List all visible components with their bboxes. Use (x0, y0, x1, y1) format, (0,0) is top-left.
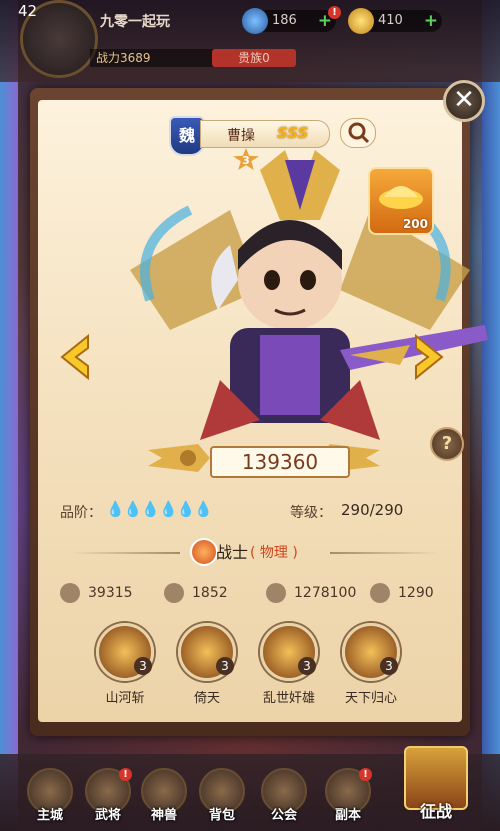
nav-label: 武将 (94, 808, 121, 823)
grade-blood-drops: 💧💧💧💧💧💧 (106, 500, 213, 518)
class-name: 战士 (216, 543, 249, 562)
hp-stat: 1278100 (266, 582, 356, 604)
gem-icon (242, 8, 268, 34)
skill-slot[interactable]: 3 山河斩 (94, 623, 156, 706)
ingot-reward-button[interactable]: 200 (368, 167, 434, 235)
speed-value: 1290 (398, 585, 434, 601)
section-divider (70, 552, 180, 554)
gold-value: 410 (378, 13, 403, 28)
skill-level: 3 (134, 657, 152, 675)
hero-stats-panel: 品阶： 💧💧💧💧💧💧 等级： 290/290 战士 ( 物理 ) 39315 1… (40, 468, 460, 720)
attack-stat: 39315 (60, 582, 133, 604)
nav-generals[interactable]: 武将 ! (80, 768, 136, 828)
section-divider (330, 552, 440, 554)
level-value: 290/290 (341, 501, 404, 519)
damage-type: ( 物理 ) (250, 545, 298, 561)
hero-name: 曹操 (227, 128, 255, 144)
skill-level: 3 (298, 657, 316, 675)
nav-campaign[interactable]: 征战 (398, 740, 474, 828)
nav-label: 副本 (334, 808, 361, 823)
nav-main-city[interactable]: 主城 (22, 768, 78, 828)
hp-value: 1278100 (294, 585, 357, 601)
gem-value: 186 (272, 13, 297, 28)
warrior-class-icon (190, 538, 218, 566)
gem-counter: 186 + (242, 8, 336, 34)
nav-dungeon[interactable]: 副本 ! (320, 768, 376, 828)
add-gold-button[interactable]: + (424, 10, 438, 32)
top-status-bar: 42 九零一起玩 186 + ! 410 + 战力3689 贵族0 (0, 0, 500, 82)
search-button[interactable] (340, 118, 376, 148)
heart-icon (266, 583, 286, 603)
skill-level: 3 (216, 657, 234, 675)
nobility-badge[interactable]: 贵族0 (212, 49, 296, 67)
player-level: 42 (18, 2, 38, 20)
nav-backpack[interactable]: 背包 (194, 768, 250, 828)
gold-ingot-icon (348, 8, 374, 34)
grade-label: 品阶： (60, 505, 102, 521)
nav-guild[interactable]: 公会 (256, 768, 312, 828)
close-button[interactable]: ✕ (443, 80, 485, 122)
nav-label: 征战 (419, 802, 452, 821)
nav-label: 神兽 (150, 808, 177, 823)
skill-name: 天下归心 (344, 691, 397, 706)
shield-icon (164, 583, 184, 603)
player-name: 九零一起玩 (100, 14, 170, 30)
defense-value: 1852 (192, 585, 228, 601)
hero-grade: SSS (277, 124, 309, 142)
alert-badge: ! (119, 768, 132, 781)
nav-label: 主城 (36, 808, 63, 823)
prev-hero-button[interactable] (56, 332, 92, 382)
defense-stat: 1852 (164, 582, 228, 604)
speed-stat: 1290 (370, 582, 434, 604)
skill-slot[interactable]: 3 倚天 (176, 623, 238, 706)
sword-icon (60, 583, 80, 603)
player-power: 战力3689 (90, 49, 216, 67)
skill-name: 倚天 (193, 691, 220, 706)
skill-slot[interactable]: 3 乱世奸雄 (258, 623, 320, 706)
nav-label: 背包 (208, 808, 235, 823)
help-button[interactable]: ? (430, 427, 464, 461)
magnify-icon (348, 122, 370, 144)
gem-alert-badge: ! (328, 6, 341, 19)
level-label: 等级： (290, 505, 332, 521)
ingot-count: 200 (402, 217, 428, 231)
nav-label: 公会 (270, 808, 297, 823)
left-edge-art (0, 0, 18, 831)
alert-badge: ! (359, 768, 372, 781)
skill-name: 乱世奸雄 (262, 691, 315, 706)
skill-name: 山河斩 (105, 691, 145, 706)
gold-counter: 410 + (348, 8, 442, 34)
attack-value: 39315 (88, 585, 133, 601)
boot-icon (370, 583, 390, 603)
next-hero-button[interactable] (412, 332, 448, 382)
skill-slot[interactable]: 3 天下归心 (340, 623, 402, 706)
nav-beasts[interactable]: 神兽 (136, 768, 192, 828)
hero-name-bar: 曹操 SSS (200, 120, 330, 148)
gold-ingot-icon (379, 186, 423, 209)
skill-level: 3 (380, 657, 398, 675)
